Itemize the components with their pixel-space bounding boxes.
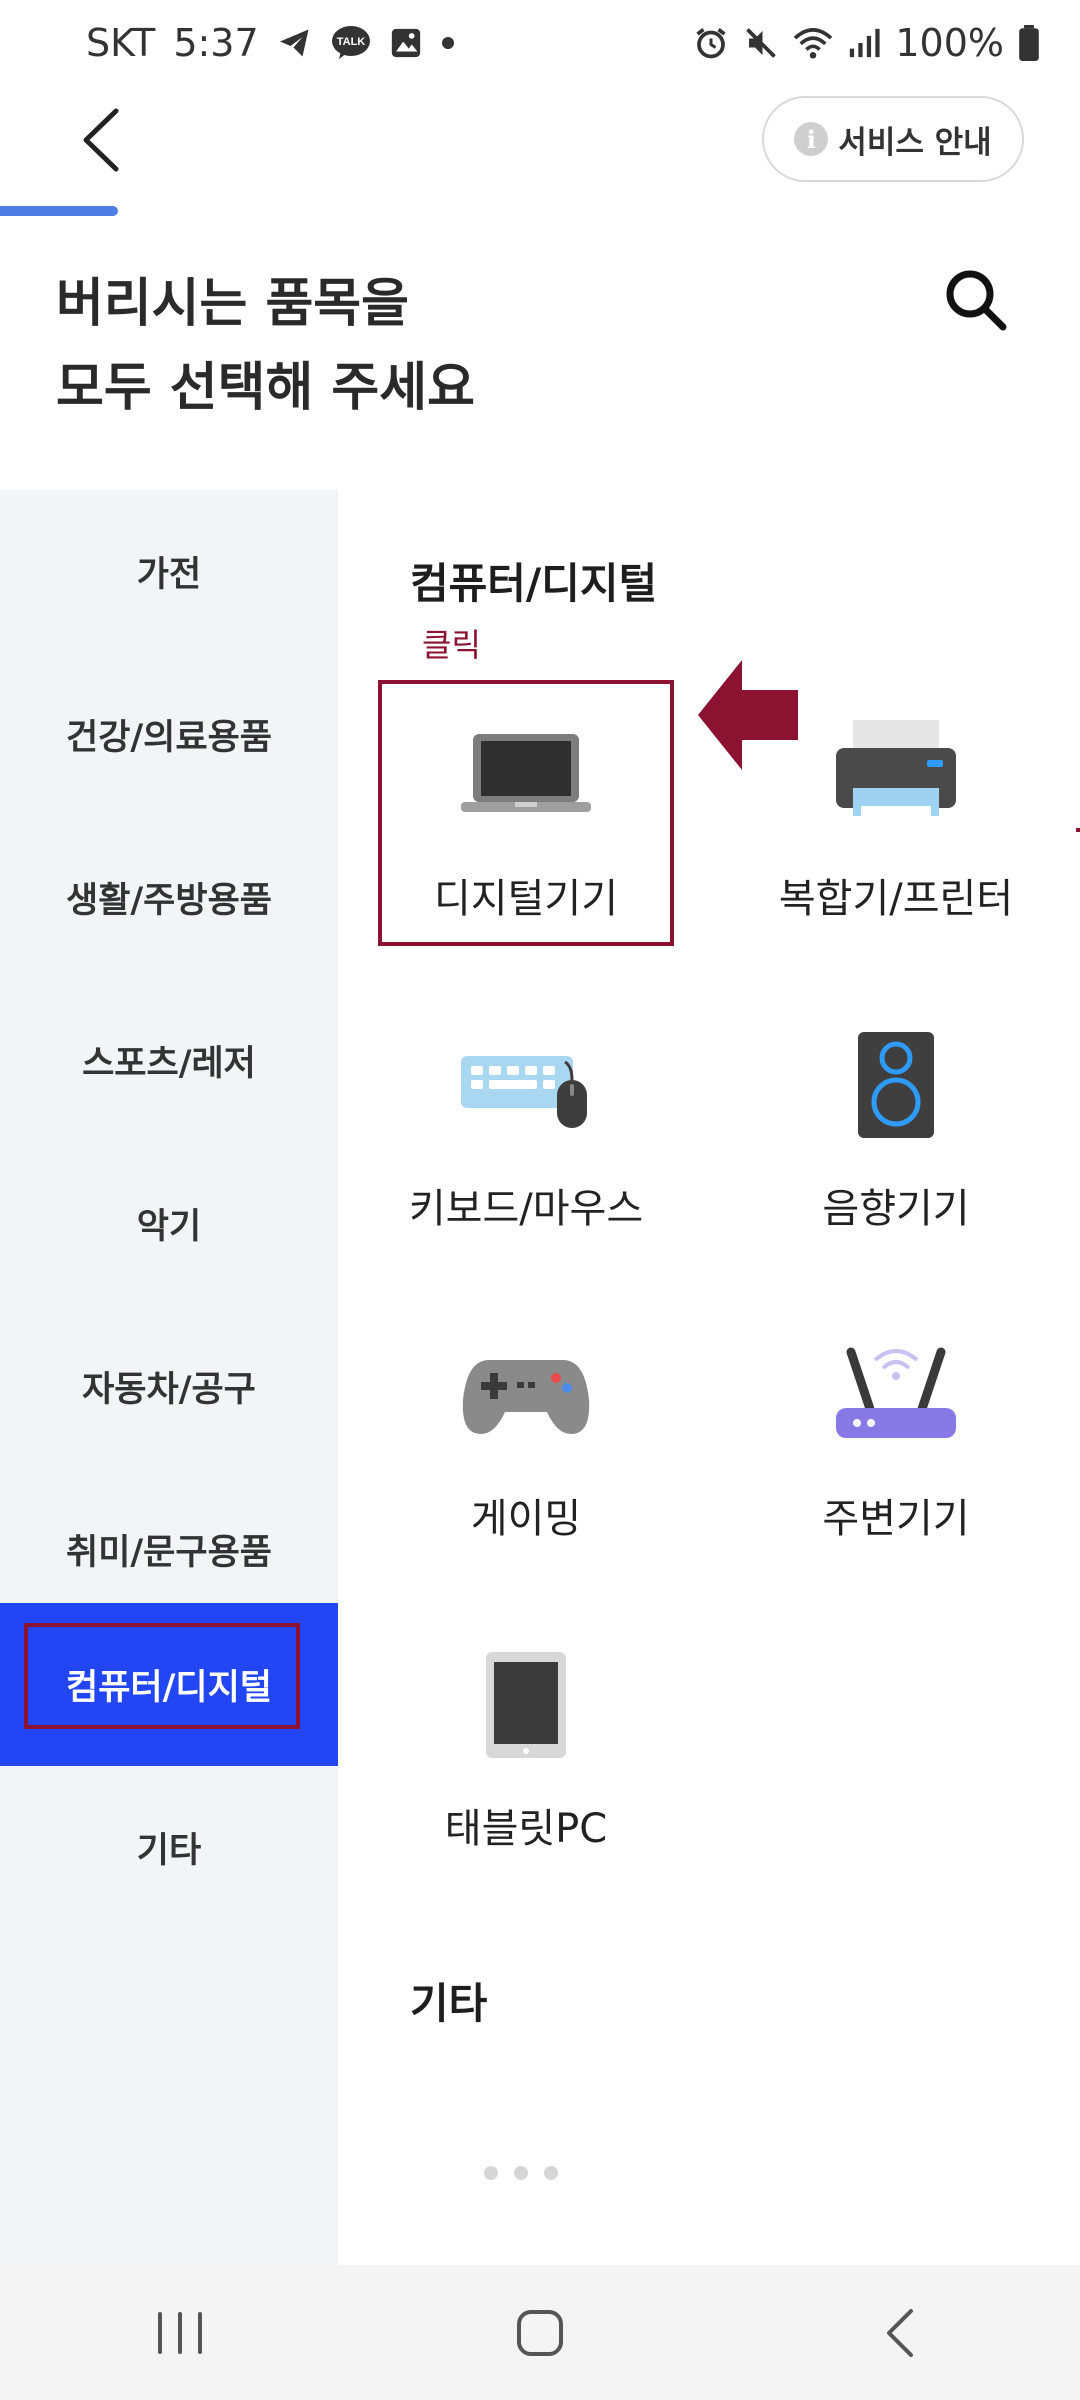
item-gaming[interactable]: 게이밍 (376, 1300, 676, 1570)
sidebar-item-computer-digital[interactable]: 컴퓨터/디지털 (0, 1603, 338, 1766)
home-button[interactable] (470, 2283, 610, 2383)
sidebar-item-instruments[interactable]: 악기 (0, 1142, 338, 1305)
page-title: 버리시는 품목을 모두 선택해 주세요 (56, 262, 756, 430)
screen: SKT 5:37 TALK 100% i 서비스 안내 버리시는 품목을 모두 … (0, 0, 1080, 2400)
dot-icon (441, 36, 455, 50)
kakao-badge-text: TALK (336, 36, 365, 48)
sidebar-item-label: 스포츠/레저 (82, 1044, 256, 1084)
battery-icon (1018, 25, 1040, 61)
alarm-icon (693, 25, 729, 61)
sidebar-item-health[interactable]: 건강/의료용품 (0, 653, 338, 816)
item-tablet[interactable]: 태블릿PC (376, 1610, 676, 1880)
sidebar-item-label: 악기 (136, 1207, 202, 1247)
item-keyboard-mouse[interactable]: 키보드/마우스 (376, 990, 676, 1260)
click-highlight-box (378, 680, 674, 946)
router-icon (821, 1320, 971, 1470)
gamepad-icon (451, 1320, 601, 1470)
item-label: 키보드/마우스 (408, 1186, 644, 1232)
item-label: 태블릿PC (444, 1806, 608, 1852)
sidebar-item-label: 자동차/공구 (82, 1370, 256, 1410)
loading-dot (484, 2166, 498, 2180)
search-icon (946, 270, 1007, 331)
item-grid-panel: 컴퓨터/디지털 클릭 디지털기기 복합기/프린터 키보드/마우스 음향기기 게이… (338, 490, 1080, 2265)
item-audio[interactable]: 음향기기 (746, 990, 1046, 1260)
sidebar-item-car-tools[interactable]: 자동차/공구 (0, 1305, 338, 1468)
system-nav-bar (0, 2265, 1080, 2400)
printer-icon (821, 700, 971, 850)
sidebar-item-living[interactable]: 생활/주방용품 (0, 816, 338, 979)
section-title: 컴퓨터/디지털 (410, 559, 658, 608)
item-label: 음향기기 (822, 1186, 970, 1232)
mute-icon (743, 25, 779, 61)
sidebar-item-etc[interactable]: 기타 (0, 1766, 338, 1929)
next-section-title: 기타 (410, 1979, 488, 2028)
page-title-line2: 모두 선택해 주세요 (56, 358, 475, 418)
speaker-icon (821, 1010, 971, 1160)
kakaotalk-icon: TALK (331, 25, 371, 61)
loading-dot (514, 2166, 528, 2180)
service-info-button[interactable]: i 서비스 안내 (762, 96, 1024, 182)
item-peripherals[interactable]: 주변기기 (746, 1300, 1046, 1570)
sidebar-item-label: 생활/주방용품 (66, 881, 272, 921)
gallery-icon (389, 26, 423, 60)
system-back-button[interactable] (830, 2283, 970, 2383)
status-right: 100% (693, 21, 1040, 65)
progress-fill (0, 206, 118, 216)
progress-bar (0, 206, 1080, 216)
keyboard-mouse-icon (451, 1010, 601, 1160)
sidebar-item-label: 건강/의료용품 (66, 718, 272, 758)
battery-percent: 100% (895, 21, 1004, 65)
item-label: 복합기/프린터 (778, 876, 1014, 922)
status-left: SKT 5:37 TALK (86, 21, 455, 65)
time-label: 5:37 (173, 21, 259, 65)
page-title-line1: 버리시는 품목을 (56, 274, 409, 334)
item-label: 주변기기 (822, 1496, 970, 1542)
sidebar-item-appliances[interactable]: 가전 (0, 490, 338, 653)
service-info-label: 서비스 안내 (838, 124, 992, 161)
home-icon (517, 2309, 563, 2356)
wifi-icon (793, 25, 833, 61)
recent-apps-button[interactable] (110, 2283, 250, 2383)
search-button[interactable] (938, 262, 1014, 338)
arrow-left-icon (698, 660, 798, 770)
tablet-icon (451, 1630, 601, 1780)
sidebar-item-label: 가전 (136, 555, 202, 595)
selection-highlight-box (24, 1623, 300, 1729)
sidebar-item-sports[interactable]: 스포츠/레저 (0, 979, 338, 1142)
click-annotation: 클릭 (422, 626, 481, 664)
sidebar-item-label: 취미/문구용품 (66, 1533, 272, 1573)
edge-marker (1076, 828, 1080, 832)
sidebar-item-label: 기타 (136, 1831, 202, 1871)
carrier-label: SKT (86, 21, 156, 65)
item-label: 게이밍 (470, 1496, 582, 1542)
back-button[interactable] (60, 100, 140, 180)
recent-apps-icon (158, 2311, 202, 2354)
chevron-left-icon (83, 108, 119, 172)
loading-dot (544, 2166, 558, 2180)
status-bar: SKT 5:37 TALK 100% (0, 0, 1080, 86)
info-icon: i (794, 122, 829, 156)
signal-icon (847, 26, 881, 60)
category-sidebar: 가전 건강/의료용품 생활/주방용품 스포츠/레저 악기 자동차/공구 취미/문… (0, 490, 338, 2265)
loading-dots (484, 2166, 558, 2180)
telegram-icon (277, 25, 313, 61)
chevron-left-icon (887, 2308, 913, 2357)
